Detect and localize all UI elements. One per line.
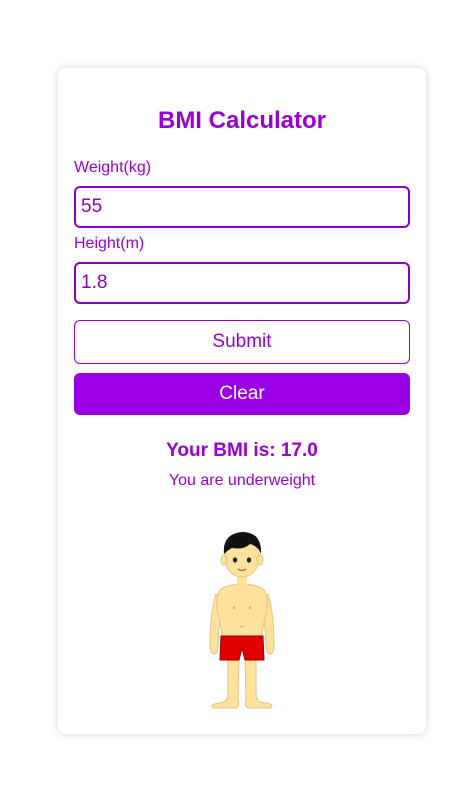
height-input[interactable] (74, 262, 410, 304)
clear-button[interactable]: Clear (74, 373, 410, 415)
bmi-calculator-card: BMI Calculator Weight(kg) Height(m) Subm… (58, 68, 426, 734)
page-title: BMI Calculator (157, 107, 327, 134)
underweight-figure-icon (200, 524, 284, 710)
submit-button[interactable]: Submit (74, 320, 410, 364)
bmi-status: You are underweight (168, 472, 316, 489)
weight-input[interactable] (74, 186, 410, 228)
bmi-result: Your BMI is: 17.0 (166, 440, 318, 461)
boy-figure-illustration (209, 532, 275, 709)
weight-label: Weight(kg) (74, 159, 152, 176)
height-label: Height(m) (74, 235, 145, 252)
